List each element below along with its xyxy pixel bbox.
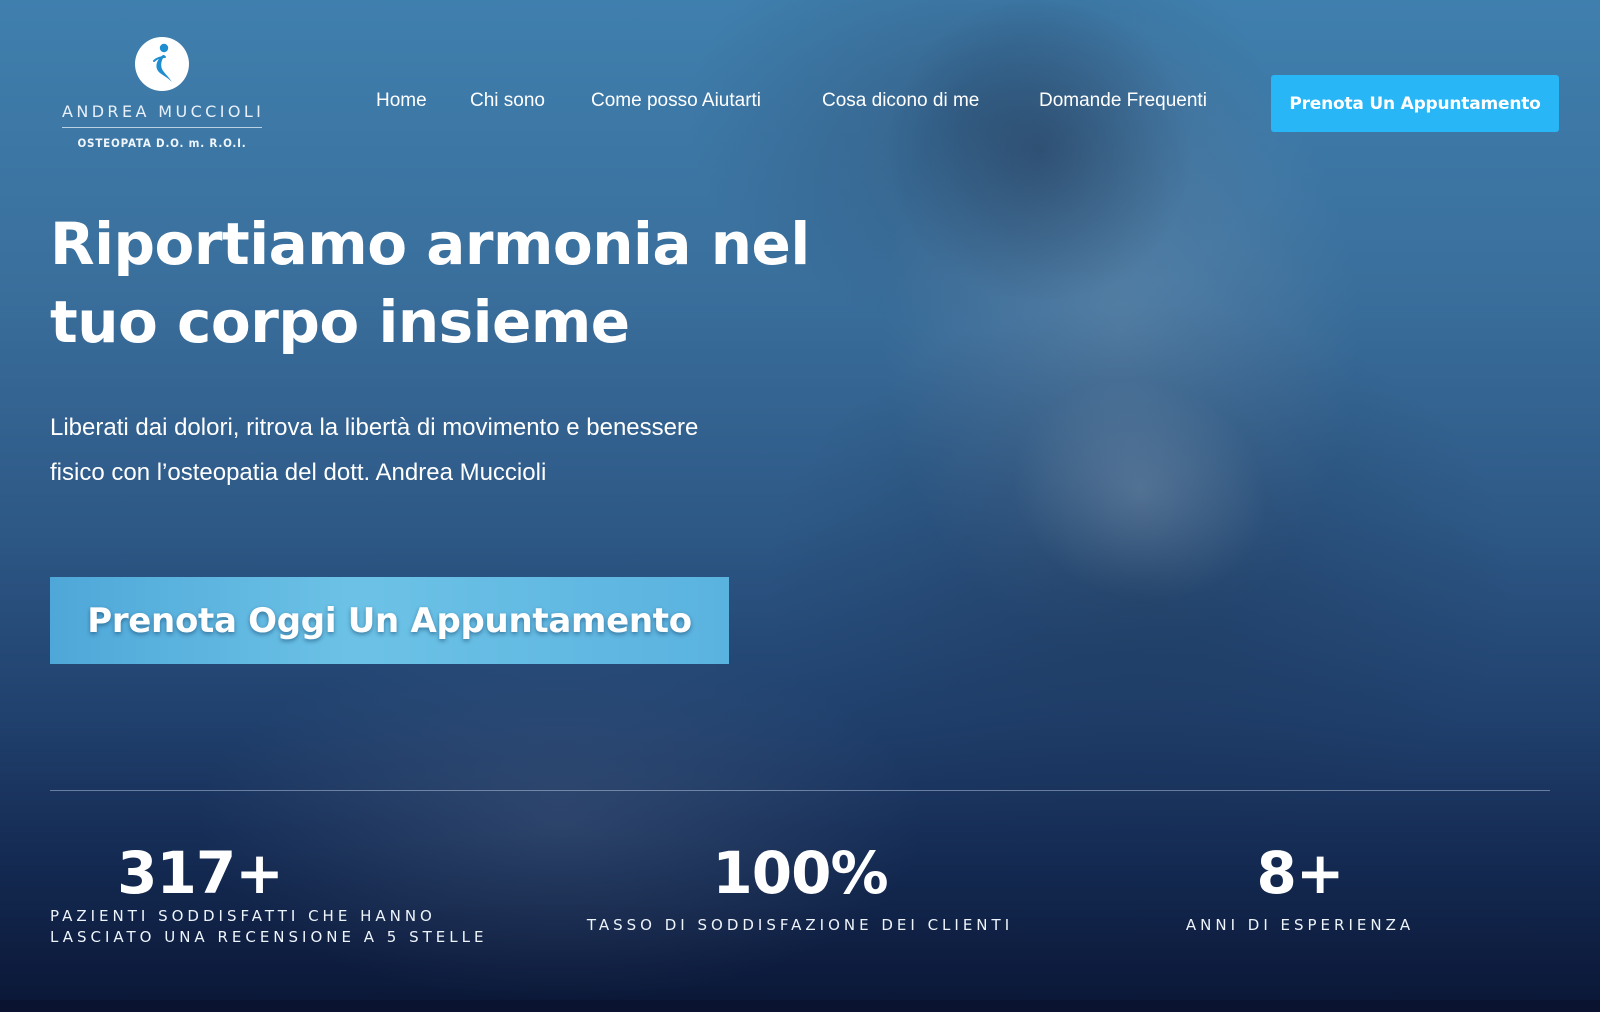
book-appointment-nav-button[interactable]: Prenota Un Appuntamento [1271,75,1559,132]
stat-satisfaction-rate: 100% TASSO DI SODDISFAZIONE DEI CLIENTI [584,840,1016,936]
stat-years-experience: 8+ ANNI DI ESPERIENZA [1150,840,1450,936]
book-appointment-hero-button[interactable]: Prenota Oggi Un Appuntamento [50,577,729,664]
hero-headline-line-1: Riportiamo armonia nel [50,210,810,278]
brand-subtitle: OSTEOPATA D.O. m. R.O.I. [77,136,247,150]
stat-label-line-1: PAZIENTI SODDISFATTI CHE HANNO [50,907,436,925]
stat-value: 100% [712,839,888,907]
hero-headline: Riportiamo armonia nel tuo corpo insieme [50,205,870,361]
hero-subtext: Liberati dai dolori, ritrova la libertà … [50,414,699,486]
background-photo-body [760,300,1520,860]
bottom-band [0,1000,1600,1012]
nav-domande-frequenti[interactable]: Domande Frequenti [1039,90,1207,112]
hero-headline-line-2: tuo corpo insieme [50,288,630,356]
stat-satisfied-patients: 317+ PAZIENTI SODDISFATTI CHE HANNO LASC… [50,840,550,948]
background-photo-pillow [982,345,1298,635]
stat-label: TASSO DI SODDISFAZIONE DEI CLIENTI [586,916,1014,934]
background-photo-head [880,0,1200,300]
nav-cosa-dicono-di-me[interactable]: Cosa dicono di me [822,90,979,112]
nav-come-posso-aiutarti[interactable]: Come posso Aiutarti [591,90,761,112]
stats-divider [50,790,1550,791]
logo-divider [62,127,262,128]
stat-label: ANNI DI ESPERIENZA [1185,916,1415,934]
stat-value: 8+ [1256,839,1345,907]
stat-value: 317+ [117,839,284,907]
nav-home[interactable]: Home [376,90,427,112]
nav-chi-sono[interactable]: Chi sono [470,90,545,112]
figure-in-circle-icon [135,37,189,91]
stat-label-line-2: LASCIATO UNA RECENSIONE A 5 STELLE [50,928,488,946]
